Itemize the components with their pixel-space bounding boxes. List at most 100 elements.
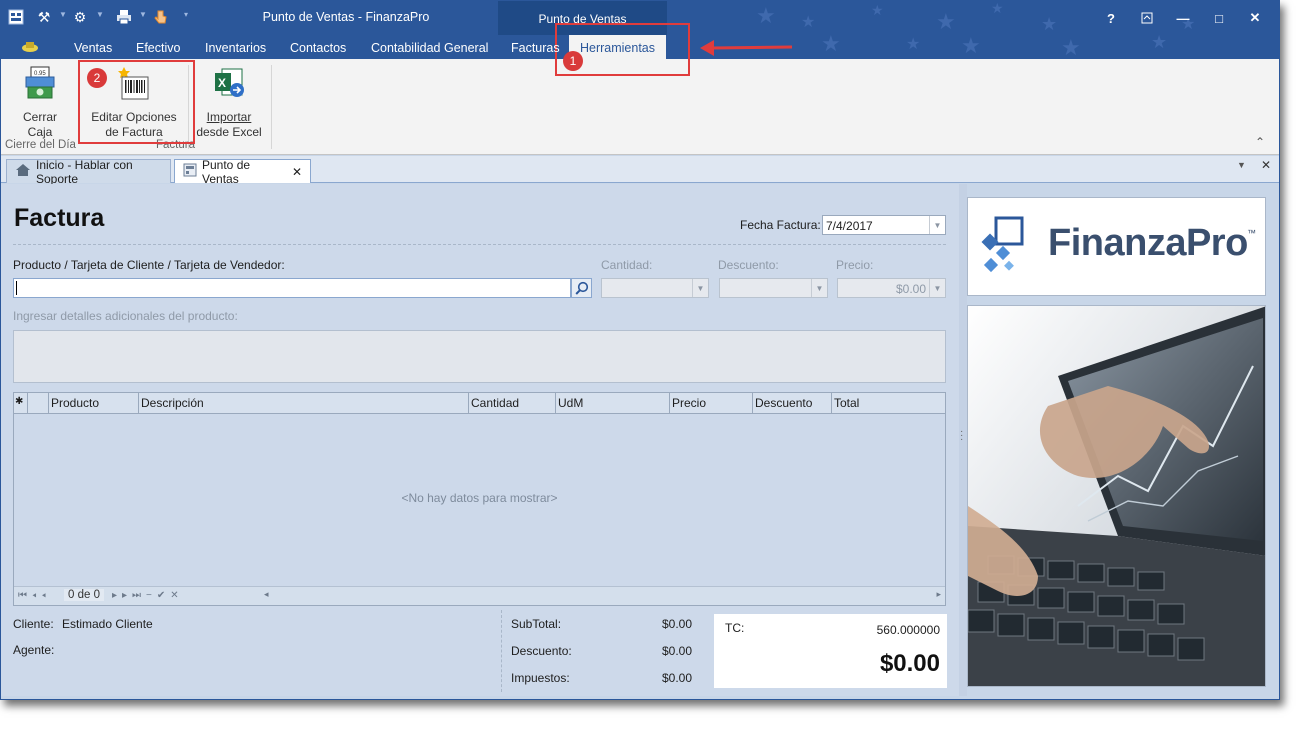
maximize-button[interactable]: □ <box>1209 8 1229 28</box>
annotation-badge-1: 1 <box>563 51 583 71</box>
product-search-input[interactable] <box>13 278 571 298</box>
search-button[interactable] <box>571 278 592 298</box>
quantity-label: Cantidad: <box>601 258 653 272</box>
close-document-icon[interactable]: ✕ <box>1261 158 1271 172</box>
annotation-badge-2: 2 <box>87 68 107 88</box>
importar-excel-button[interactable]: X Importar desde Excel <box>196 65 262 140</box>
doc-tab-pos-label: Punto de Ventas <box>202 157 251 186</box>
grid-new-row-icon[interactable]: ✱ <box>14 393 28 413</box>
quantity-field[interactable]: ▼ <box>601 278 709 298</box>
group-separator <box>271 65 272 149</box>
product-image-panel <box>967 305 1266 687</box>
doc-tab-inicio[interactable]: Inicio - Hablar con Soporte <box>6 157 171 186</box>
chevron-down-icon[interactable]: ▼ <box>139 10 147 19</box>
divider <box>501 610 502 692</box>
tab-ventas[interactable]: Ventas <box>74 41 112 55</box>
svg-text:0.95: 0.95 <box>34 71 46 77</box>
app-window: ★ ★ ★ ★ ★ ★ ★ ⚒ ▼ ⚙ ▼ ▼ ▾ Punto de Venta… <box>0 0 1280 700</box>
close-button[interactable]: ✕ <box>1245 8 1265 28</box>
discount-total-value: $0.00 <box>661 644 692 658</box>
grid-header: ✱ Producto Descripción Cantidad UdM Prec… <box>13 392 946 414</box>
price-label: Precio: <box>836 258 874 272</box>
brand-name: FinanzaPro <box>1048 222 1248 264</box>
details-label: Ingresar detalles adicionales del produc… <box>13 309 238 323</box>
panel-splitter[interactable]: · · · <box>959 184 967 696</box>
column-descuento[interactable]: Descuento <box>753 393 832 413</box>
chevron-down-icon[interactable]: ▼ <box>692 279 708 297</box>
agent-label: Agente: <box>13 643 55 657</box>
client-value[interactable]: Estimado Cliente <box>62 617 153 631</box>
scroll-left-icon[interactable]: ◂ <box>264 589 269 600</box>
subtotal-value: $0.00 <box>661 617 692 631</box>
column-producto[interactable]: Producto <box>49 393 139 413</box>
tab-inventarios[interactable]: Inventarios <box>205 41 266 55</box>
tab-facturas[interactable]: Facturas <box>511 41 560 55</box>
excel-icon: X <box>196 65 262 105</box>
close-tab-icon[interactable]: ✕ <box>292 165 302 179</box>
chevron-down-icon[interactable]: ▼ <box>96 10 104 19</box>
annotation-arrow-icon <box>700 40 793 56</box>
collapse-ribbon-icon[interactable]: ⌃ <box>1255 135 1265 149</box>
product-label: Producto / Tarjeta de Cliente / Tarjeta … <box>13 258 285 272</box>
price-field[interactable]: $0.00 ▼ <box>837 278 946 298</box>
grid-indicator-col <box>28 393 49 413</box>
restore-ribbon-icon[interactable] <box>1137 8 1157 28</box>
touch-icon[interactable] <box>152 7 170 27</box>
tab-contactos[interactable]: Contactos <box>290 41 346 55</box>
grand-total: $0.00 <box>879 650 940 677</box>
discount-field[interactable]: ▼ <box>719 278 828 298</box>
tools-icon[interactable]: ⚒ <box>35 7 53 27</box>
tab-contabilidad-general[interactable]: Contabilidad General <box>371 41 488 55</box>
pager-next-last-icons[interactable]: ▸▸⏭−✔✕ <box>112 590 184 601</box>
search-icon <box>574 281 588 295</box>
tax-label: Impuestos: <box>511 671 570 685</box>
column-udm[interactable]: UdM <box>556 393 670 413</box>
grid-body[interactable]: <No hay datos para mostrar> ⏮◂◂ 0 de 0 ▸… <box>13 414 946 606</box>
minimize-button[interactable]: — <box>1173 8 1193 28</box>
tab-efectivo[interactable]: Efectivo <box>136 41 180 55</box>
invoice-date-picker[interactable]: 7/4/2017 ▼ <box>822 215 946 235</box>
importar-label-2: desde Excel <box>196 125 262 139</box>
splitter-grip-icon[interactable]: · · · <box>960 427 963 445</box>
divider <box>13 244 946 245</box>
trademark: ™ <box>1247 228 1256 238</box>
chevron-down-icon[interactable]: ▼ <box>929 279 945 297</box>
doc-tab-punto-de-ventas[interactable]: Punto de Ventas ✕ <box>174 157 311 186</box>
grid-empty-message: <No hay datos para mostrar> <box>401 491 558 505</box>
app-icon[interactable] <box>7 7 25 27</box>
column-precio[interactable]: Precio <box>670 393 753 413</box>
price-value: $0.00 <box>895 282 926 296</box>
document-tab-bar: Inicio - Hablar con Soporte Punto de Ven… <box>1 156 1279 186</box>
gear-icon[interactable]: ⚙ <box>71 7 89 27</box>
client-label: Cliente: <box>13 617 54 631</box>
column-total[interactable]: Total <box>832 393 945 413</box>
grid-pager: ⏮◂◂ 0 de 0 ▸▸⏭−✔✕ ◂ ▸ <box>14 586 945 605</box>
date-label: Fecha Factura: <box>740 218 821 232</box>
tab-list-dropdown-icon[interactable]: ▼ <box>1237 160 1246 170</box>
pager-status: 0 de 0 <box>64 589 104 601</box>
tax-value: $0.00 <box>661 671 692 685</box>
details-textarea[interactable] <box>13 330 946 383</box>
cash-register-icon: 0.95 <box>11 65 69 105</box>
chevron-down-icon[interactable]: ▼ <box>811 279 827 297</box>
home-icon <box>15 163 31 180</box>
column-descripcion[interactable]: Descripción <box>139 393 469 413</box>
print-icon[interactable] <box>115 7 133 27</box>
doc-tab-inicio-label: Inicio - Hablar con Soporte <box>36 157 133 186</box>
chevron-down-icon[interactable]: ▼ <box>929 216 945 234</box>
svg-text:X: X <box>218 76 226 90</box>
customize-icon[interactable]: ▾ <box>184 10 188 19</box>
help-button[interactable]: ? <box>1101 8 1121 28</box>
discount-label: Descuento: <box>718 258 779 272</box>
page-title: Factura <box>14 204 105 232</box>
text-caret <box>16 281 17 295</box>
chevron-down-icon[interactable]: ▼ <box>59 10 67 19</box>
invoice-date-value: 7/4/2017 <box>826 219 873 233</box>
pager-first-prev-icons[interactable]: ⏮◂◂ <box>18 590 51 601</box>
scroll-right-icon[interactable]: ▸ <box>936 589 941 600</box>
cerrar-caja-button[interactable]: 0.95 Cerrar Caja <box>11 65 69 140</box>
file-menu-icon[interactable] <box>21 39 39 56</box>
discount-total-label: Descuento: <box>511 644 572 658</box>
group-label-cierre: Cierre del Día <box>5 139 76 151</box>
column-cantidad[interactable]: Cantidad <box>469 393 556 413</box>
